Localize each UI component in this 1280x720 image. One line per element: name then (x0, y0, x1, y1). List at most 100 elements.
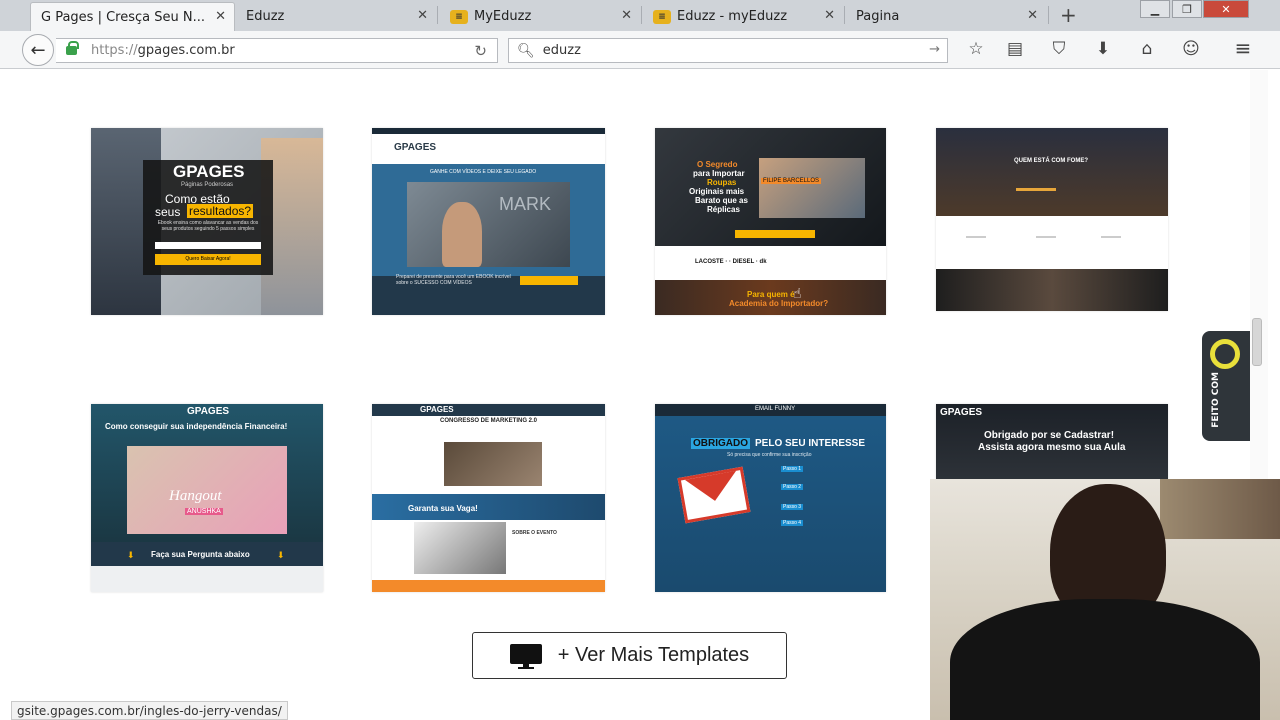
monitor-screen (509, 643, 542, 664)
close-icon[interactable]: ✕ (1027, 8, 1038, 23)
cta-text: Garanta sua Vaga! (408, 504, 478, 513)
close-icon[interactable]: ✕ (621, 8, 632, 23)
close-icon[interactable]: ✕ (417, 8, 428, 23)
step-label: Passo 1 (781, 466, 804, 472)
address-bar[interactable]: https://gpages.com.br ↻ (56, 38, 498, 63)
hero-title: QUEM ESTÁ COM FOME? (1014, 158, 1088, 164)
brand-logo: EMAIL FUNNY (755, 406, 796, 412)
window-close-icon[interactable]: ✕ (1203, 0, 1249, 18)
tab-strip: G Pages | Cresça Seu N... ✕ Eduzz ✕ ≡ My… (0, 0, 1280, 31)
cta-button: Quero Baixar Agora! (155, 254, 261, 265)
hero-section: GPAGES Como conseguir sua independência … (91, 404, 323, 554)
headline: GANHE COM VÍDEOS E DEIXE SEU LEGADO (430, 169, 537, 175)
step-label: Passo 2 (781, 484, 804, 490)
tab-gpages[interactable]: G Pages | Cresça Seu N... ✕ (30, 2, 235, 31)
search-bar[interactable]: 🔍︎ → (508, 38, 948, 63)
monitor-base (517, 666, 534, 669)
template-thumbnail-7[interactable]: EMAIL FUNNY OBRIGADO PELO SEU INTERESSE … (655, 404, 886, 592)
reading-list-icon[interactable]: ▤ (1004, 39, 1026, 59)
pocket-icon[interactable]: ⛉ (1048, 39, 1070, 59)
close-icon[interactable]: ✕ (215, 9, 226, 24)
reload-icon[interactable]: ↻ (474, 42, 487, 60)
feito-com-badge[interactable] (1202, 331, 1250, 441)
script-title: Hangout (169, 488, 222, 504)
speaker-name: ANUSHKA (185, 508, 223, 515)
hero-section: O Segredo para Importar Roupas Originais… (655, 128, 886, 246)
template-thumbnail-8[interactable]: GPAGES Obrigado por se Cadastrar! Assist… (936, 404, 1168, 479)
section-title: SOBRE O EVENTO (512, 530, 557, 536)
speaker-photo (414, 522, 506, 574)
section-title: Academia do Importador? (729, 299, 829, 308)
template-thumbnail-1[interactable]: GPAGES Páginas Poderosas Como estão seus… (91, 128, 323, 315)
lock-icon (66, 41, 79, 55)
close-icon[interactable]: ✕ (824, 8, 835, 23)
template-thumbnail-4[interactable]: QUEM ESTÁ COM FOME? (936, 128, 1168, 311)
brand-logo: GPAGES (173, 162, 245, 181)
tab-myeduzz[interactable]: ≡ MyEduzz ✕ (440, 2, 640, 31)
headline: Como conseguir sua independência Finance… (105, 422, 288, 431)
headline-highlight: resultados? (187, 204, 254, 218)
headline: Assista agora mesmo sua Aula (978, 442, 1126, 453)
footer-bar: ⬇ Faça sua Pergunta abaixo ⬇ (91, 542, 323, 566)
tab-separator (844, 6, 845, 24)
tab-pagina[interactable]: Pagina ✕ (846, 2, 1046, 31)
footer-text: Faça sua Pergunta abaixo (151, 550, 250, 559)
menu-icon[interactable]: ≡ (1232, 36, 1254, 60)
subtext: Ebook ensina como alavancar as vendas do… (157, 220, 259, 232)
person-photo (442, 202, 482, 267)
brand-logo: GPAGES (187, 406, 230, 417)
arrow-down-icon: ⬇ (277, 550, 285, 560)
divider (1016, 188, 1056, 191)
gmail-envelope-flap (684, 470, 741, 506)
header-bar: GPAGES (372, 134, 605, 164)
feature-icon (1101, 236, 1121, 238)
headline: Barato que as (695, 196, 748, 205)
cta-section: Garanta sua Vaga! (372, 494, 605, 520)
step-label: Passo 3 (781, 504, 804, 510)
status-url: gsite.gpages.com.br/ingles-do-jerry-vend… (17, 703, 282, 718)
template-thumbnail-2[interactable]: GPAGES GANHE COM VÍDEOS E DEIXE SEU LEGA… (372, 128, 605, 315)
person-shirt (950, 599, 1260, 720)
comments-section (91, 566, 323, 592)
title: PELO SEU INTERESSE (755, 438, 866, 449)
template-thumbnail-5[interactable]: GPAGES Como conseguir sua independência … (91, 404, 323, 592)
tab-label: Eduzz (246, 9, 285, 24)
subtitle: Só precisa que confirme sua inscrição (727, 452, 812, 458)
arrow-right-icon[interactable]: → (929, 42, 940, 57)
new-tab-plus-icon[interactable]: + (1060, 3, 1077, 27)
minimize-icon[interactable]: ▁ (1140, 0, 1170, 18)
feature-icon (1036, 236, 1056, 238)
headline: seus (155, 205, 181, 219)
template-thumbnail-3[interactable]: O Segredo para Importar Roupas Originais… (655, 128, 886, 315)
tab-separator (1048, 6, 1049, 24)
chat-icon[interactable]: ☺ (1180, 39, 1202, 59)
tab-label: Eduzz - myEduzz (677, 9, 788, 24)
headline: O Segredo (697, 160, 738, 169)
star-icon[interactable]: ☆ (965, 39, 987, 59)
scrollbar-thumb[interactable] (1252, 318, 1262, 366)
tab-eduzz-myeduzz[interactable]: ≡ Eduzz - myEduzz ✕ (643, 2, 843, 31)
tab-eduzz[interactable]: Eduzz ✕ (236, 2, 436, 31)
promo-box: GPAGES Páginas Poderosas Como estão seus… (143, 160, 273, 275)
back-button[interactable]: ← (22, 34, 54, 66)
more-templates-button[interactable]: + Ver Mais Templates (472, 632, 787, 679)
testimonial-section (936, 269, 1168, 311)
shelf (1160, 479, 1280, 539)
arrow-left-icon: ← (30, 39, 46, 61)
search-input[interactable] (542, 43, 923, 58)
video-section: GANHE COM VÍDEOS E DEIXE SEU LEGADO MARK (372, 164, 605, 276)
status-bar: gsite.gpages.com.br/ingles-do-jerry-vend… (11, 701, 288, 720)
brand-logo: GPAGES (394, 142, 437, 153)
download-icon[interactable]: ⬇ (1092, 39, 1114, 59)
headline: Originais mais (689, 187, 745, 196)
template-thumbnail-6[interactable]: GPAGES CONGRESSO DE MARKETING 2.0 Garant… (372, 404, 605, 592)
step-label: Passo 4 (781, 520, 804, 526)
badge-label: FEITO COM (1211, 372, 1221, 428)
url-host: gpages.com.br (137, 43, 235, 58)
cta-button (520, 276, 578, 285)
home-icon[interactable]: ⌂ (1136, 39, 1158, 59)
maximize-icon[interactable]: ❐ (1172, 0, 1202, 18)
headline: para Importar (693, 169, 745, 178)
video-player: Hangout ANUSHKA (127, 446, 287, 534)
cta-button (735, 230, 815, 238)
